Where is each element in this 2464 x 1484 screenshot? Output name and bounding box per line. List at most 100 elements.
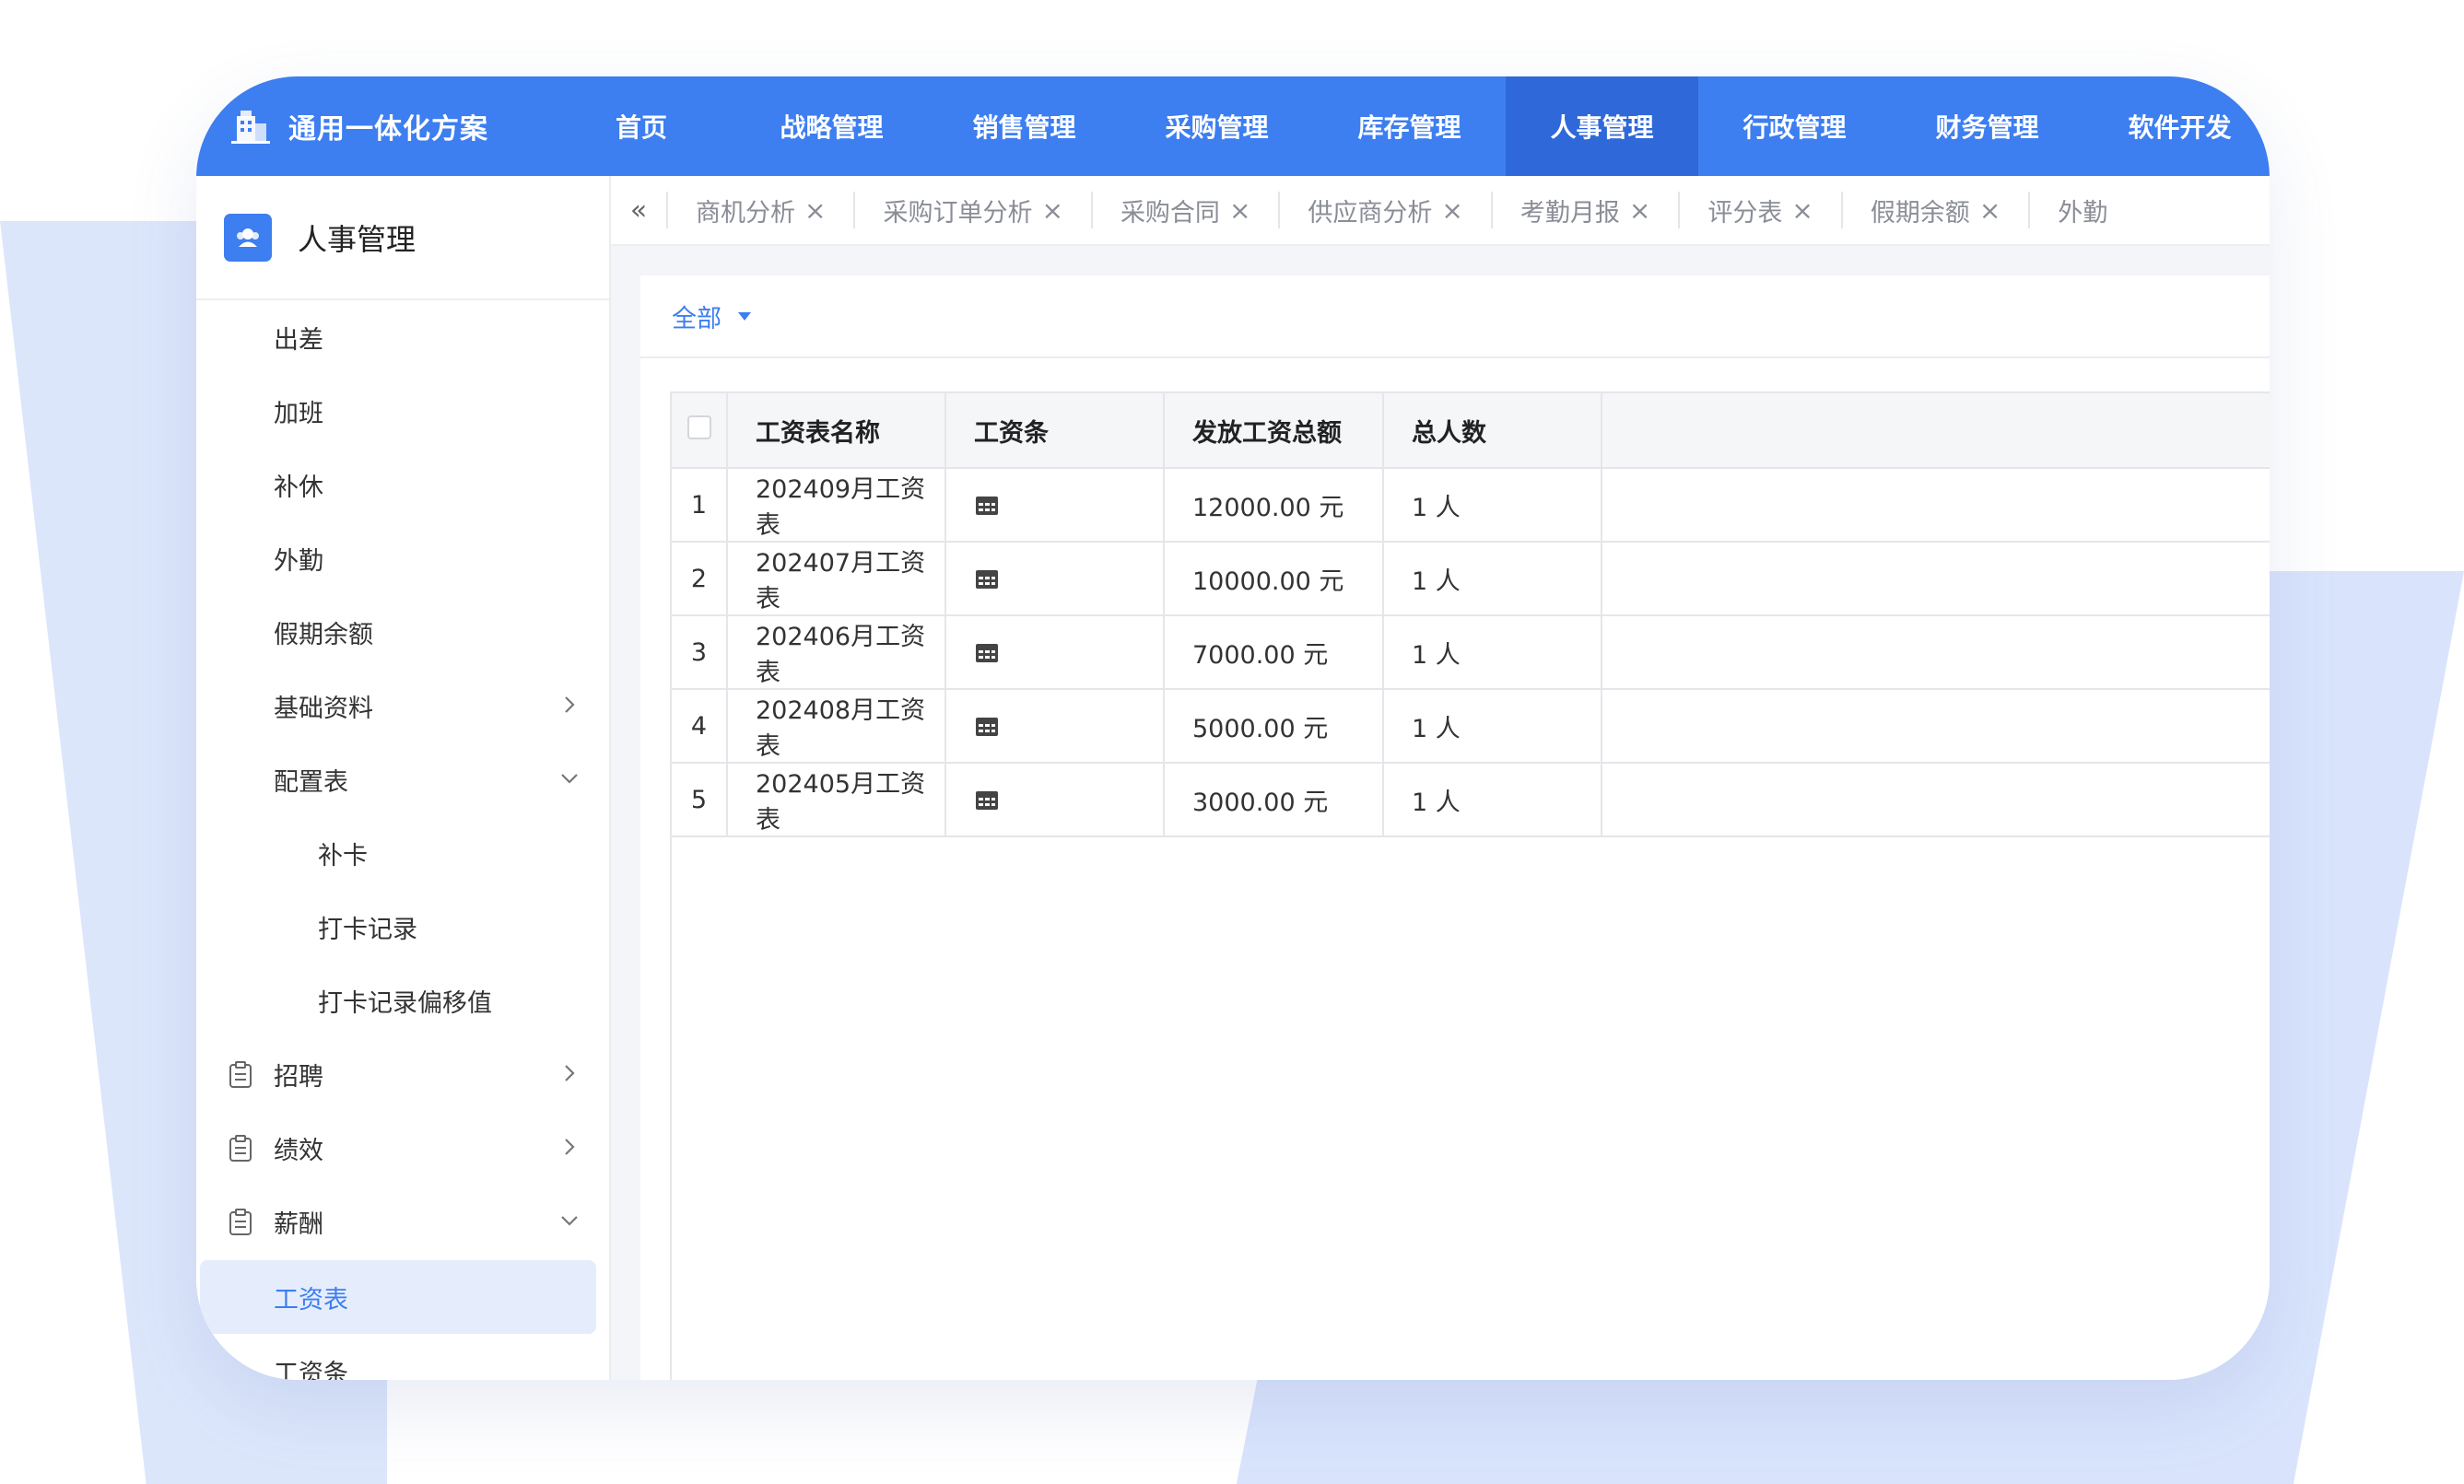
sidebar-item-basic-data[interactable]: 基础资料 bbox=[196, 669, 609, 742]
clipboard-icon bbox=[229, 1061, 252, 1088]
table-grid-icon[interactable] bbox=[974, 712, 1000, 741]
tab[interactable]: 采购合同 × bbox=[1090, 192, 1278, 228]
chevron-right-icon bbox=[565, 1065, 575, 1081]
nav-item[interactable]: 首页 bbox=[616, 76, 735, 176]
sidebar-item-label: 补休 bbox=[274, 473, 323, 502]
tab-label: 供应商分析 bbox=[1308, 198, 1433, 228]
nav-item[interactable]: 财务管理 bbox=[1891, 76, 2083, 176]
headcount-cell: 1 人 bbox=[1383, 689, 1602, 764]
column-header-name[interactable]: 工资表名称 bbox=[727, 391, 946, 469]
sidebar-item-label: 打卡记录偏移值 bbox=[318, 988, 492, 1018]
sidebar-item-config-table[interactable]: 配置表 bbox=[196, 742, 609, 816]
content-panel: 全部 工资表名称 工资条 发放工资总额 总人数 1 202409月工资表 120… bbox=[640, 275, 2270, 1380]
tab[interactable]: 采购订单分析 × bbox=[853, 192, 1090, 228]
sidebar-item-performance[interactable]: 绩效 bbox=[196, 1111, 609, 1185]
sidebar-item-recruitment[interactable]: 招聘 bbox=[196, 1037, 609, 1111]
column-header-payslip[interactable]: 工资条 bbox=[945, 391, 1165, 469]
sidebar-item-clock-offset[interactable]: 打卡记录偏移值 bbox=[196, 964, 609, 1037]
sidebar-item-clock-records[interactable]: 打卡记录 bbox=[196, 890, 609, 964]
payslip-cell[interactable] bbox=[945, 542, 1165, 616]
caret-down-icon[interactable] bbox=[738, 311, 751, 321]
sidebar-item-compensation[interactable]: 薪酬 bbox=[196, 1185, 609, 1258]
nav-item[interactable]: 采购管理 bbox=[1121, 76, 1313, 176]
column-header-count[interactable]: 总人数 bbox=[1383, 391, 1602, 469]
extra-cell bbox=[1602, 763, 2270, 837]
nav-item[interactable]: 库存管理 bbox=[1313, 76, 1506, 176]
nav-item[interactable]: 行政管理 bbox=[1698, 76, 1891, 176]
tab[interactable]: 评分表 × bbox=[1678, 192, 1840, 228]
open-tabs-bar: « 商机分析 × 采购订单分析 × 采购合同 × 供应商分析 × 考勤月报 × 评分表 × 假期余额 × 外… bbox=[611, 176, 2270, 246]
table-grid-icon[interactable] bbox=[974, 786, 1000, 814]
total-amount-cell: 12000.00 元 bbox=[1164, 468, 1384, 543]
row-index: 4 bbox=[672, 689, 728, 764]
tab[interactable]: 假期余额 × bbox=[1840, 192, 2028, 228]
total-amount-cell: 5000.00 元 bbox=[1164, 689, 1384, 764]
close-icon[interactable]: × bbox=[1041, 195, 1062, 226]
sidebar-item-leave-balance[interactable]: 假期余额 bbox=[196, 595, 609, 669]
table-grid-icon[interactable] bbox=[974, 491, 1000, 520]
payroll-name-cell: 202405月工资表 bbox=[727, 763, 946, 837]
filter-dropdown[interactable]: 全部 bbox=[672, 298, 722, 334]
sidebar-item-label: 薪酬 bbox=[274, 1209, 323, 1239]
sidebar-item-overtime[interactable]: 加班 bbox=[196, 374, 609, 448]
sidebar-item-label: 出差 bbox=[274, 325, 323, 355]
nav-item[interactable]: 软件开发 bbox=[2083, 76, 2270, 176]
nav-item[interactable]: 销售管理 bbox=[928, 76, 1121, 176]
table-row[interactable]: 1 202409月工资表 12000.00 元1 人 bbox=[672, 468, 2270, 543]
close-icon[interactable]: × bbox=[1441, 195, 1462, 226]
sidebar-item-payslip[interactable]: 工资条 bbox=[196, 1334, 609, 1381]
clipboard-icon bbox=[229, 1209, 252, 1235]
payslip-cell[interactable] bbox=[945, 689, 1165, 764]
table-row[interactable]: 2 202407月工资表 10000.00 元1 人 bbox=[672, 542, 2270, 616]
tab[interactable]: 考勤月报 × bbox=[1490, 192, 1678, 228]
table-grid-icon[interactable] bbox=[974, 565, 1000, 593]
payslip-cell[interactable] bbox=[945, 615, 1165, 690]
chevron-down-icon bbox=[561, 774, 578, 784]
table-row[interactable]: 4 202408月工资表 5000.00 元1 人 bbox=[672, 689, 2270, 764]
sidebar-item-business-trip[interactable]: 出差 bbox=[196, 300, 609, 374]
nav-item[interactable]: 人事管理 bbox=[1506, 76, 1698, 176]
close-icon[interactable]: × bbox=[1791, 195, 1813, 226]
nav-item[interactable]: 战略管理 bbox=[735, 76, 928, 176]
sidebar-item-label: 基础资料 bbox=[274, 694, 373, 723]
payslip-cell[interactable] bbox=[945, 468, 1165, 543]
tab-label: 外勤 bbox=[2058, 198, 2108, 228]
table-row[interactable]: 3 202406月工资表 7000.00 元1 人 bbox=[672, 615, 2270, 690]
headcount-cell: 1 人 bbox=[1383, 763, 1602, 837]
stage: 通用一体化方案 首页 战略管理 销售管理 采购管理 库存管理 人事管理 行政管理 财务管理 软件… bbox=[0, 0, 2464, 1484]
close-icon[interactable]: × bbox=[804, 195, 826, 226]
headcount-cell: 1 人 bbox=[1383, 542, 1602, 616]
close-icon[interactable]: × bbox=[1629, 195, 1650, 226]
payroll-name-cell: 202409月工资表 bbox=[727, 468, 946, 543]
payslip-cell[interactable] bbox=[945, 763, 1165, 837]
table-grid-icon[interactable] bbox=[974, 638, 1000, 667]
sidebar-item-field-work[interactable]: 外勤 bbox=[196, 521, 609, 595]
sidebar-item-card-replacement[interactable]: 补卡 bbox=[196, 816, 609, 890]
close-icon[interactable]: × bbox=[1229, 195, 1250, 226]
extra-cell bbox=[1602, 689, 2270, 764]
payroll-table-container: 工资表名称 工资条 发放工资总额 总人数 1 202409月工资表 12000.00… bbox=[670, 391, 2270, 1380]
payroll-table: 工资表名称 工资条 发放工资总额 总人数 1 202409月工资表 12000.00… bbox=[672, 391, 2270, 837]
total-amount-cell: 7000.00 元 bbox=[1164, 615, 1384, 690]
column-header-total[interactable]: 发放工资总额 bbox=[1164, 391, 1384, 469]
table-row[interactable]: 5 202405月工资表 3000.00 元1 人 bbox=[672, 763, 2270, 837]
sidebar-item-label: 加班 bbox=[274, 399, 323, 428]
sidebar-item-label: 假期余额 bbox=[274, 620, 373, 649]
tab[interactable]: 外勤 bbox=[2028, 192, 2135, 228]
main-nav: 首页 战略管理 销售管理 采购管理 库存管理 人事管理 行政管理 财务管理 软件开发 bbox=[616, 76, 2270, 176]
row-index: 3 bbox=[672, 615, 728, 690]
brand[interactable]: 通用一体化方案 bbox=[229, 76, 488, 176]
sidebar-item-compensatory-leave[interactable]: 补休 bbox=[196, 448, 609, 521]
close-icon[interactable]: × bbox=[1979, 195, 2001, 226]
tab[interactable]: 商机分析 × bbox=[666, 192, 853, 228]
main-content: 全部 工资表名称 工资条 发放工资总额 总人数 1 202409月工资表 120… bbox=[611, 246, 2270, 1380]
tab-label: 评分表 bbox=[1707, 198, 1783, 228]
select-all-checkbox[interactable] bbox=[686, 415, 711, 439]
collapse-tabs-icon[interactable]: « bbox=[611, 194, 666, 227]
sidebar-item-label: 打卡记录 bbox=[318, 915, 417, 944]
app-window: 通用一体化方案 首页 战略管理 销售管理 采购管理 库存管理 人事管理 行政管理 财务管理 软件… bbox=[196, 76, 2270, 1380]
tab[interactable]: 供应商分析 × bbox=[1278, 192, 1490, 228]
sidebar-item-payroll[interactable]: 工资表 bbox=[200, 1260, 596, 1334]
row-index: 2 bbox=[672, 542, 728, 616]
sidebar-item-label: 工资条 bbox=[274, 1359, 348, 1381]
